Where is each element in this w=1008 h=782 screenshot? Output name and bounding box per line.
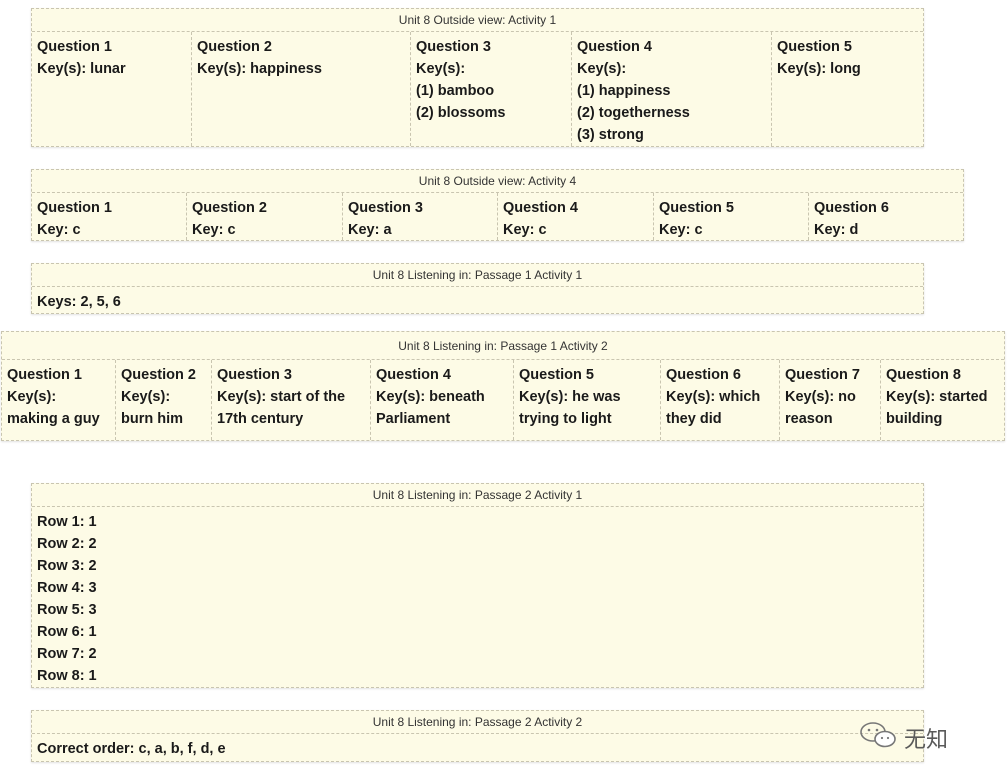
question-label: Question 3: [416, 39, 491, 55]
answer-key: Key(s): lunar: [37, 61, 126, 77]
question-label: Question 2: [192, 200, 267, 216]
answer-key: Key(s): which: [666, 389, 761, 405]
question-cell: Question 2 Key(s): happiness: [192, 32, 411, 146]
row-answer: Row 6: 1: [37, 624, 97, 640]
question-cell: Question 5 Key(s): long: [772, 32, 923, 146]
answer-key: Key(s):: [416, 61, 466, 77]
activity-panel-listening-p1-a2: Unit 8 Listening in: Passage 1 Activity …: [1, 331, 1005, 441]
activity-panel-outside-view-1: Unit 8 Outside view: Activity 1 Question…: [31, 8, 924, 147]
answer-key: Key(s): start of the: [217, 389, 346, 405]
question-label: Question 1: [37, 200, 112, 216]
wechat-icon: [858, 720, 898, 756]
answer-item: (1) bamboo: [416, 83, 495, 99]
answer-key: Key(s): happiness: [197, 61, 322, 77]
question-label: Question 6: [666, 367, 741, 383]
activity-panel-outside-view-4: Unit 8 Outside view: Activity 4 Question…: [31, 169, 964, 241]
question-label: Question 3: [348, 200, 423, 216]
answer-item: (3) strong: [577, 127, 644, 143]
answer-key: Key: a: [348, 222, 392, 238]
question-label: Question 6: [814, 200, 889, 216]
answer-item: (1) happiness: [577, 83, 671, 99]
panel-title: Unit 8 Outside view: Activity 1: [32, 9, 923, 32]
answer-key: Key(s): long: [777, 61, 861, 77]
question-label: Question 1: [37, 39, 112, 55]
question-label: Question 2: [197, 39, 272, 55]
answer-key: 17th century: [217, 411, 304, 427]
answer-key: Key: c: [659, 222, 703, 238]
row-answer: Row 4: 3: [37, 580, 97, 596]
row-answer: Row 3: 2: [37, 558, 97, 574]
answer-key: Key: c: [37, 222, 81, 238]
question-label: Question 7: [785, 367, 860, 383]
question-label: Question 5: [777, 39, 852, 55]
row-answer: Row 1: 1: [37, 514, 97, 530]
answer-key: burn him: [121, 411, 184, 427]
correct-order: Correct order: c, a, b, f, d, e: [37, 741, 226, 757]
question-label: Question 3: [217, 367, 292, 383]
panel-title: Unit 8 Listening in: Passage 2 Activity …: [32, 484, 923, 507]
question-label: Question 4: [503, 200, 578, 216]
question-label: Question 5: [659, 200, 734, 216]
question-cell: Question 5 Key(s): he was trying to ligh…: [514, 360, 661, 440]
activity-panel-listening-p1-a1: Unit 8 Listening in: Passage 1 Activity …: [31, 263, 924, 314]
activity-panel-listening-p2-a2: Unit 8 Listening in: Passage 2 Activity …: [31, 710, 924, 762]
row-answer: Row 2: 2: [37, 536, 97, 552]
answer-key: building: [886, 411, 943, 427]
answer-key: Key(s): beneath: [376, 389, 485, 405]
watermark: 无知: [858, 720, 948, 756]
question-cell: Question 3 Key(s): start of the 17th cen…: [212, 360, 371, 440]
question-cell: Question 3 Key: a: [343, 193, 498, 240]
answer-key: Key: c: [192, 222, 236, 238]
answer-keys: Keys: 2, 5, 6: [37, 294, 121, 310]
answer-key: Key(s): he was: [519, 389, 621, 405]
row-answer: Row 5: 3: [37, 602, 97, 618]
activity-panel-listening-p2-a1: Unit 8 Listening in: Passage 2 Activity …: [31, 483, 924, 688]
question-cell: Question 6 Key(s): which they did: [661, 360, 780, 440]
answer-key: Key(s): started: [886, 389, 988, 405]
panel-title: Unit 8 Listening in: Passage 2 Activity …: [32, 711, 923, 734]
panel-title: Unit 8 Listening in: Passage 1 Activity …: [2, 332, 1004, 360]
answer-key: Parliament: [376, 411, 451, 427]
question-cell: Question 2 Key(s): burn him: [116, 360, 212, 440]
question-cell: Question 2 Key: c: [187, 193, 343, 240]
answer-key: trying to light: [519, 411, 612, 427]
question-cell: Question 4 Key: c: [498, 193, 654, 240]
question-label: Question 2: [121, 367, 196, 383]
question-cell: Question 3 Key(s): (1) bamboo (2) blosso…: [411, 32, 572, 146]
question-cell: Question 1 Key(s): making a guy: [2, 360, 116, 440]
question-cell: Question 4 Key(s): (1) happiness (2) tog…: [572, 32, 772, 146]
question-cell: Question 7 Key(s): no reason: [780, 360, 881, 440]
answer-key: Key(s):: [121, 389, 171, 405]
answer-key: reason: [785, 411, 833, 427]
question-label: Question 4: [577, 39, 652, 55]
question-label: Question 1: [7, 367, 82, 383]
answer-key: Key: d: [814, 222, 859, 238]
answer-key: they did: [666, 411, 722, 427]
question-cell: Question 4 Key(s): beneath Parliament: [371, 360, 514, 440]
question-cell: Question 6 Key: d: [809, 193, 963, 240]
answer-item: (2) blossoms: [416, 105, 506, 121]
row-answer: Row 7: 2: [37, 646, 97, 662]
answer-key: making a guy: [7, 411, 100, 427]
answer-key: Key(s):: [7, 389, 57, 405]
panel-title: Unit 8 Outside view: Activity 4: [32, 170, 963, 193]
question-cell: Question 8 Key(s): started building: [881, 360, 1004, 440]
answer-item: (2) togetherness: [577, 105, 690, 121]
row-answer: Row 8: 1: [37, 668, 97, 684]
panel-title: Unit 8 Listening in: Passage 1 Activity …: [32, 264, 923, 287]
watermark-text: 无知: [904, 727, 949, 752]
row-answers: Row 1: 1 Row 2: 2 Row 3: 2 Row 4: 3 Row …: [32, 507, 923, 691]
question-label: Question 5: [519, 367, 594, 383]
question-label: Question 8: [886, 367, 961, 383]
answer-key: Key(s): no: [785, 389, 856, 405]
question-cell: Question 1 Key: c: [32, 193, 187, 240]
answer-key: Key: c: [503, 222, 547, 238]
question-cell: Question 1 Key(s): lunar: [32, 32, 192, 146]
answer-key: Key(s):: [577, 61, 627, 77]
question-label: Question 4: [376, 367, 451, 383]
question-cell: Question 5 Key: c: [654, 193, 809, 240]
